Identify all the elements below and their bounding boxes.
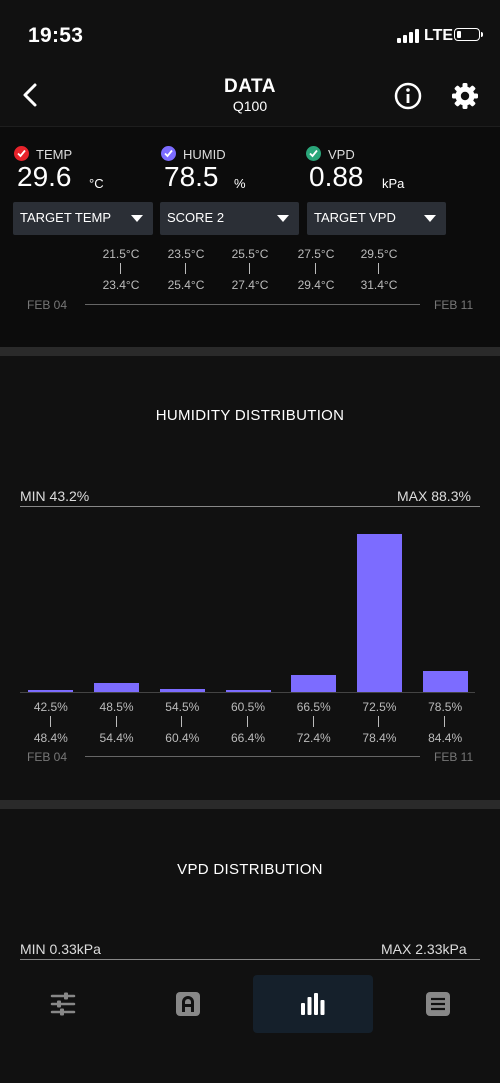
status-time: 19:53 — [28, 24, 84, 47]
metric-unit: % — [234, 176, 246, 191]
histogram-bar — [159, 689, 205, 692]
vpd-title: VPD DISTRIBUTION — [177, 861, 323, 878]
check-icon — [14, 146, 29, 161]
metric-unit: °C — [89, 176, 104, 191]
target-temp-dropdown[interactable]: TARGET TEMP — [13, 202, 153, 235]
bin-from-label: 72.5% — [362, 700, 397, 714]
histogram-bar — [291, 675, 337, 692]
status-bar: 19:53 LTE — [0, 0, 500, 70]
bin-from-label: 54.5% — [165, 700, 200, 714]
nav-control-tab[interactable] — [128, 975, 248, 1033]
bin-to-label: 72.4% — [296, 731, 331, 745]
metric-value: 29.6 — [17, 161, 72, 192]
sliders-icon — [50, 992, 76, 1016]
gear-icon — [452, 83, 478, 109]
humidity-title: HUMIDITY DISTRIBUTION — [155, 407, 345, 424]
check-icon — [161, 146, 176, 161]
date-end: FEB 11 — [434, 298, 474, 312]
bottom-nav — [0, 972, 500, 1083]
humidity-max: MAX 88.3% — [397, 488, 471, 504]
network-label: LTE — [424, 27, 454, 44]
sensor-panel: TEMP 29.6 °C HUMID 78.5 % VPD 0.88 kPa T… — [0, 126, 500, 347]
histogram-bar — [28, 690, 74, 692]
nav-settings-tab[interactable] — [3, 975, 123, 1033]
page-title: DATA — [224, 76, 276, 97]
humidity-histogram: 42.5% 48.4% 48.5% 54.4% 54.5% 60.4% 60.5% 66.4%… — [0, 520, 500, 780]
metric-unit: kPa — [382, 176, 405, 191]
vpd-max: MAX 2.33kPa — [381, 941, 467, 957]
bin-to-label: 78.4% — [362, 731, 397, 745]
section-divider — [0, 347, 500, 356]
date-axis — [85, 304, 420, 305]
nav-menu-tab[interactable] — [378, 975, 498, 1033]
bin-from-label: 42.5% — [33, 700, 68, 714]
section-divider — [0, 800, 500, 809]
caret-down-icon — [277, 215, 289, 222]
bin-from-label: 60.5% — [230, 700, 266, 714]
histogram-bar — [94, 683, 140, 692]
info-button[interactable] — [394, 82, 422, 110]
caret-down-icon — [131, 215, 143, 222]
histogram-bar — [422, 671, 468, 692]
bin-to-label: 48.4% — [33, 731, 68, 745]
app-header: DATA Q100 — [0, 70, 500, 125]
bin-from-label: 48.5% — [99, 700, 134, 714]
humidity-min: MIN 43.2% — [20, 488, 90, 504]
menu-icon — [426, 992, 450, 1016]
metric-value: 78.5 — [164, 161, 219, 192]
bin-from-label: 66.5% — [296, 700, 331, 714]
nav-data-tab[interactable] — [253, 975, 373, 1033]
bin-to-label: 54.4% — [99, 731, 134, 745]
date-start: FEB 04 — [27, 750, 68, 764]
minmax-line — [20, 506, 480, 507]
info-icon — [394, 82, 422, 110]
bar-chart-icon — [301, 993, 325, 1015]
metric-label: HUMID — [183, 147, 226, 162]
metric-label: VPD — [328, 147, 355, 162]
battery-icon — [454, 28, 483, 41]
histogram-bar — [225, 690, 271, 692]
target-vpd-dropdown[interactable]: TARGET VPD — [307, 202, 446, 235]
date-end: FEB 11 — [434, 750, 474, 764]
metric-value: 0.88 — [309, 161, 364, 192]
bin-to-label: 84.4% — [428, 731, 463, 745]
vpd-min: MIN 0.33kPa — [20, 941, 101, 957]
controller-icon — [176, 992, 200, 1016]
settings-button[interactable] — [450, 81, 480, 111]
caret-down-icon — [424, 215, 436, 222]
bin-to-label: 66.4% — [230, 731, 266, 745]
histogram-bar — [356, 534, 402, 692]
check-icon — [306, 146, 321, 161]
date-start: FEB 04 — [27, 298, 68, 312]
minmax-line — [20, 959, 480, 960]
bin-from-label: 78.5% — [428, 700, 463, 714]
score-dropdown[interactable]: SCORE 2 — [160, 202, 299, 235]
date-axis — [85, 756, 420, 757]
histogram-baseline — [20, 692, 475, 693]
bin-to-label: 60.4% — [165, 731, 200, 745]
page-subtitle: Q100 — [232, 98, 268, 114]
metric-label: TEMP — [36, 147, 73, 162]
signal-icon — [397, 29, 419, 43]
